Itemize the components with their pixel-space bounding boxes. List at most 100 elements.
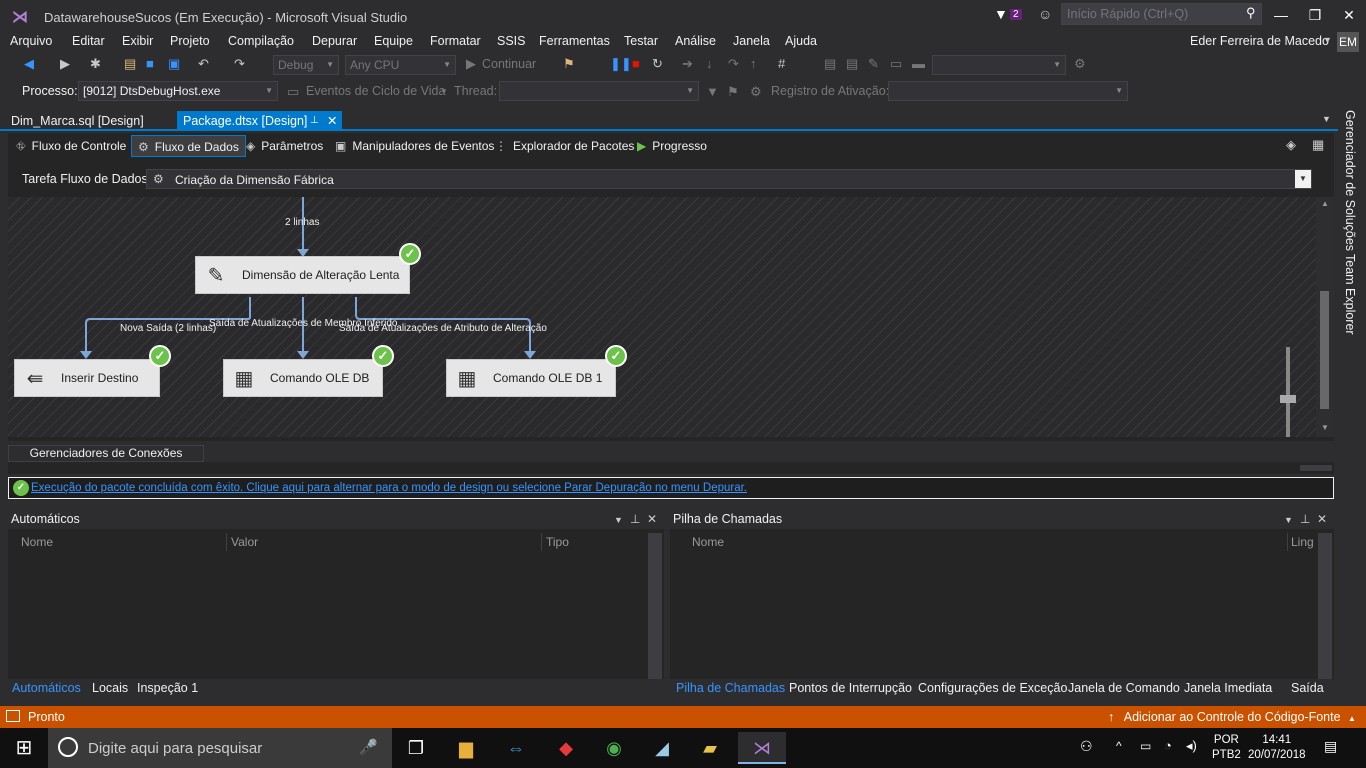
node-slowly-changing-dimension[interactable]: ✎ Dimensão de Alteração Lenta bbox=[195, 256, 410, 294]
menu-analise[interactable]: Análise bbox=[675, 34, 716, 48]
column-separator[interactable] bbox=[226, 533, 227, 551]
menu-compilacao[interactable]: Compilação bbox=[228, 34, 294, 48]
search-icon[interactable]: ⚲ bbox=[1246, 5, 1256, 21]
find-icon[interactable]: ⚙ bbox=[1074, 56, 1086, 72]
scroll-down-icon[interactable]: ▼ bbox=[1321, 423, 1329, 432]
visual-studio-taskbar-icon[interactable]: ⋊ bbox=[738, 732, 786, 764]
wrench-icon[interactable]: ✎ bbox=[868, 56, 879, 72]
chevron-down-icon[interactable]: ▼ bbox=[1323, 35, 1332, 45]
continue-button[interactable]: Continuar bbox=[482, 57, 536, 71]
step-into-icon[interactable]: ↓ bbox=[706, 56, 713, 71]
tab-event-handlers[interactable]: ▣ Manipuladores de Eventos bbox=[329, 135, 500, 157]
menu-arquivo[interactable]: Arquivo bbox=[10, 34, 52, 48]
show-next-statement-icon[interactable]: ➔ bbox=[682, 56, 693, 72]
microphone-icon[interactable]: 🎤 bbox=[359, 738, 378, 756]
tab-dim-marca[interactable]: Dim_Marca.sql [Design] bbox=[5, 111, 150, 131]
column-header-language[interactable]: Ling bbox=[1291, 533, 1314, 551]
menu-projeto[interactable]: Projeto bbox=[170, 34, 210, 48]
tab-progress[interactable]: ▶ Progresso bbox=[631, 135, 713, 157]
toolbar-empty-dropdown[interactable]: ▼ bbox=[932, 55, 1066, 75]
solution-config-dropdown[interactable]: Debug ▼ bbox=[273, 55, 339, 75]
tab-locals[interactable]: Locais bbox=[92, 678, 128, 698]
pin-icon[interactable]: ⊥ bbox=[1300, 509, 1310, 529]
line-icon[interactable]: ▬ bbox=[912, 56, 925, 71]
redo-icon[interactable]: ↷ bbox=[234, 56, 245, 72]
save-icon[interactable]: ■ bbox=[146, 56, 154, 71]
tab-parameters[interactable]: ◈ Parâmetros bbox=[240, 135, 329, 157]
zoom-slider-thumb[interactable] bbox=[1280, 395, 1296, 403]
menu-formatar[interactable]: Formatar bbox=[430, 34, 481, 48]
close-icon[interactable]: ✕ bbox=[1317, 509, 1327, 529]
menu-depurar[interactable]: Depurar bbox=[312, 34, 357, 48]
ssms-icon[interactable]: ▰ bbox=[690, 732, 730, 764]
menu-exibir[interactable]: Exibir bbox=[122, 34, 153, 48]
lifecycle-events-dropdown[interactable]: Eventos de Ciclo de Vida bbox=[306, 84, 445, 98]
forward-icon[interactable]: ▶ bbox=[60, 56, 70, 72]
toggle-icon[interactable]: ▭ bbox=[890, 56, 902, 72]
battery-icon[interactable]: ▭ bbox=[1140, 739, 1151, 753]
data-flow-canvas[interactable]: 2 linhas ✎ Dimensão de Alteração Lenta ✓… bbox=[8, 197, 1316, 437]
pin-icon[interactable]: ⊥ bbox=[630, 509, 640, 529]
column-header-name[interactable]: Nome bbox=[692, 533, 724, 551]
menu-ssis[interactable]: SSIS bbox=[497, 34, 526, 48]
file-explorer-icon[interactable]: ▆ bbox=[446, 732, 486, 764]
feedback-icon[interactable]: ☺ bbox=[1038, 6, 1052, 22]
people-icon[interactable]: ⚇ bbox=[1080, 738, 1093, 755]
pin-icon[interactable]: ⊥ bbox=[310, 111, 319, 131]
layout-2-icon[interactable]: ▤ bbox=[846, 56, 858, 72]
wifi-icon[interactable]: ◔ bbox=[1164, 738, 1172, 753]
tab-data-flow[interactable]: ⚙ Fluxo de Dados bbox=[131, 135, 246, 157]
thread-dropdown[interactable]: ▼ bbox=[499, 81, 699, 101]
column-header-type[interactable]: Tipo bbox=[546, 533, 569, 551]
close-icon[interactable]: ✕ bbox=[327, 111, 337, 131]
column-header-value[interactable]: Valor bbox=[231, 533, 258, 551]
execution-status-link[interactable]: Execução do pacote concluída com êxito. … bbox=[31, 482, 747, 494]
undo-icon[interactable]: ↶ bbox=[198, 56, 209, 72]
call-stack-scrollbar[interactable] bbox=[1318, 533, 1332, 679]
canvas-scrollbar[interactable]: ▲ ▼ bbox=[1316, 197, 1334, 437]
notifications-filter-icon[interactable]: ▼ bbox=[994, 6, 1008, 22]
menu-equipe[interactable]: Equipe bbox=[374, 34, 413, 48]
grid-icon[interactable]: ▦ bbox=[1312, 137, 1324, 153]
solution-explorer-tab[interactable]: Gerenciador de Soluções bbox=[1343, 110, 1357, 251]
play-icon[interactable]: ▶ bbox=[466, 56, 476, 72]
tab-control-flow[interactable]: ⛗ Fluxo de Controle bbox=[10, 135, 132, 157]
connection-managers-tab[interactable]: Gerenciadores de Conexões bbox=[8, 445, 204, 462]
chrome-icon[interactable]: ◉ bbox=[594, 732, 634, 764]
pause-icon[interactable]: ❚❚ bbox=[610, 56, 632, 72]
language-indicator[interactable]: POR PTB2 bbox=[1212, 733, 1241, 763]
anydesk-icon[interactable]: ◆ bbox=[546, 732, 586, 764]
column-separator[interactable] bbox=[541, 533, 542, 551]
attach-icon[interactable]: ⚑ bbox=[563, 56, 575, 72]
node-insert-destination[interactable]: ⇚ Inserir Destino bbox=[14, 359, 160, 397]
node-ole-db-command[interactable]: ▦ Comando OLE DB bbox=[223, 359, 383, 397]
system-clock[interactable]: 14:41 20/07/2018 bbox=[1248, 733, 1306, 763]
filter-icon[interactable]: ▼ bbox=[706, 84, 719, 99]
platform-dropdown[interactable]: Any CPU ▼ bbox=[345, 55, 456, 75]
minimize-button[interactable]: — bbox=[1264, 3, 1298, 27]
sql-management-icon[interactable]: ◢ bbox=[642, 732, 682, 764]
close-window-button[interactable]: ✕ bbox=[1332, 3, 1366, 27]
restart-icon[interactable]: ↻ bbox=[652, 56, 663, 72]
stop-icon[interactable]: ■ bbox=[632, 56, 640, 71]
chevron-down-icon[interactable]: ▼ bbox=[1284, 510, 1293, 530]
tab-command-window[interactable]: Janela de Comando bbox=[1068, 678, 1180, 698]
close-icon[interactable]: ✕ bbox=[647, 509, 657, 529]
restore-button[interactable]: ❐ bbox=[1298, 3, 1332, 27]
quick-launch-input[interactable] bbox=[1062, 4, 1232, 24]
hex-display-icon[interactable]: # bbox=[778, 56, 785, 71]
quick-launch-box[interactable]: ⚲ bbox=[1061, 3, 1262, 25]
new-project-icon[interactable]: ✱ bbox=[90, 56, 101, 72]
autos-scrollbar[interactable] bbox=[648, 533, 662, 679]
team-explorer-tab[interactable]: Team Explorer bbox=[1343, 254, 1357, 335]
column-header-name[interactable]: Nome bbox=[21, 533, 53, 551]
open-file-icon[interactable]: ▤ bbox=[124, 56, 136, 72]
scrollbar-thumb[interactable] bbox=[1320, 291, 1329, 409]
layout-icon[interactable]: ▤ bbox=[824, 56, 836, 72]
action-center-icon[interactable]: ▤ bbox=[1324, 738, 1337, 755]
step-over-icon[interactable]: ↷ bbox=[728, 56, 739, 72]
layers-icon[interactable]: ◈ bbox=[1286, 137, 1296, 153]
user-name[interactable]: Eder Ferreira de Macedo bbox=[1190, 34, 1329, 48]
tab-package[interactable]: Package.dtsx [Design] ⊥ ✕ bbox=[177, 111, 342, 131]
column-separator[interactable] bbox=[1287, 533, 1288, 551]
